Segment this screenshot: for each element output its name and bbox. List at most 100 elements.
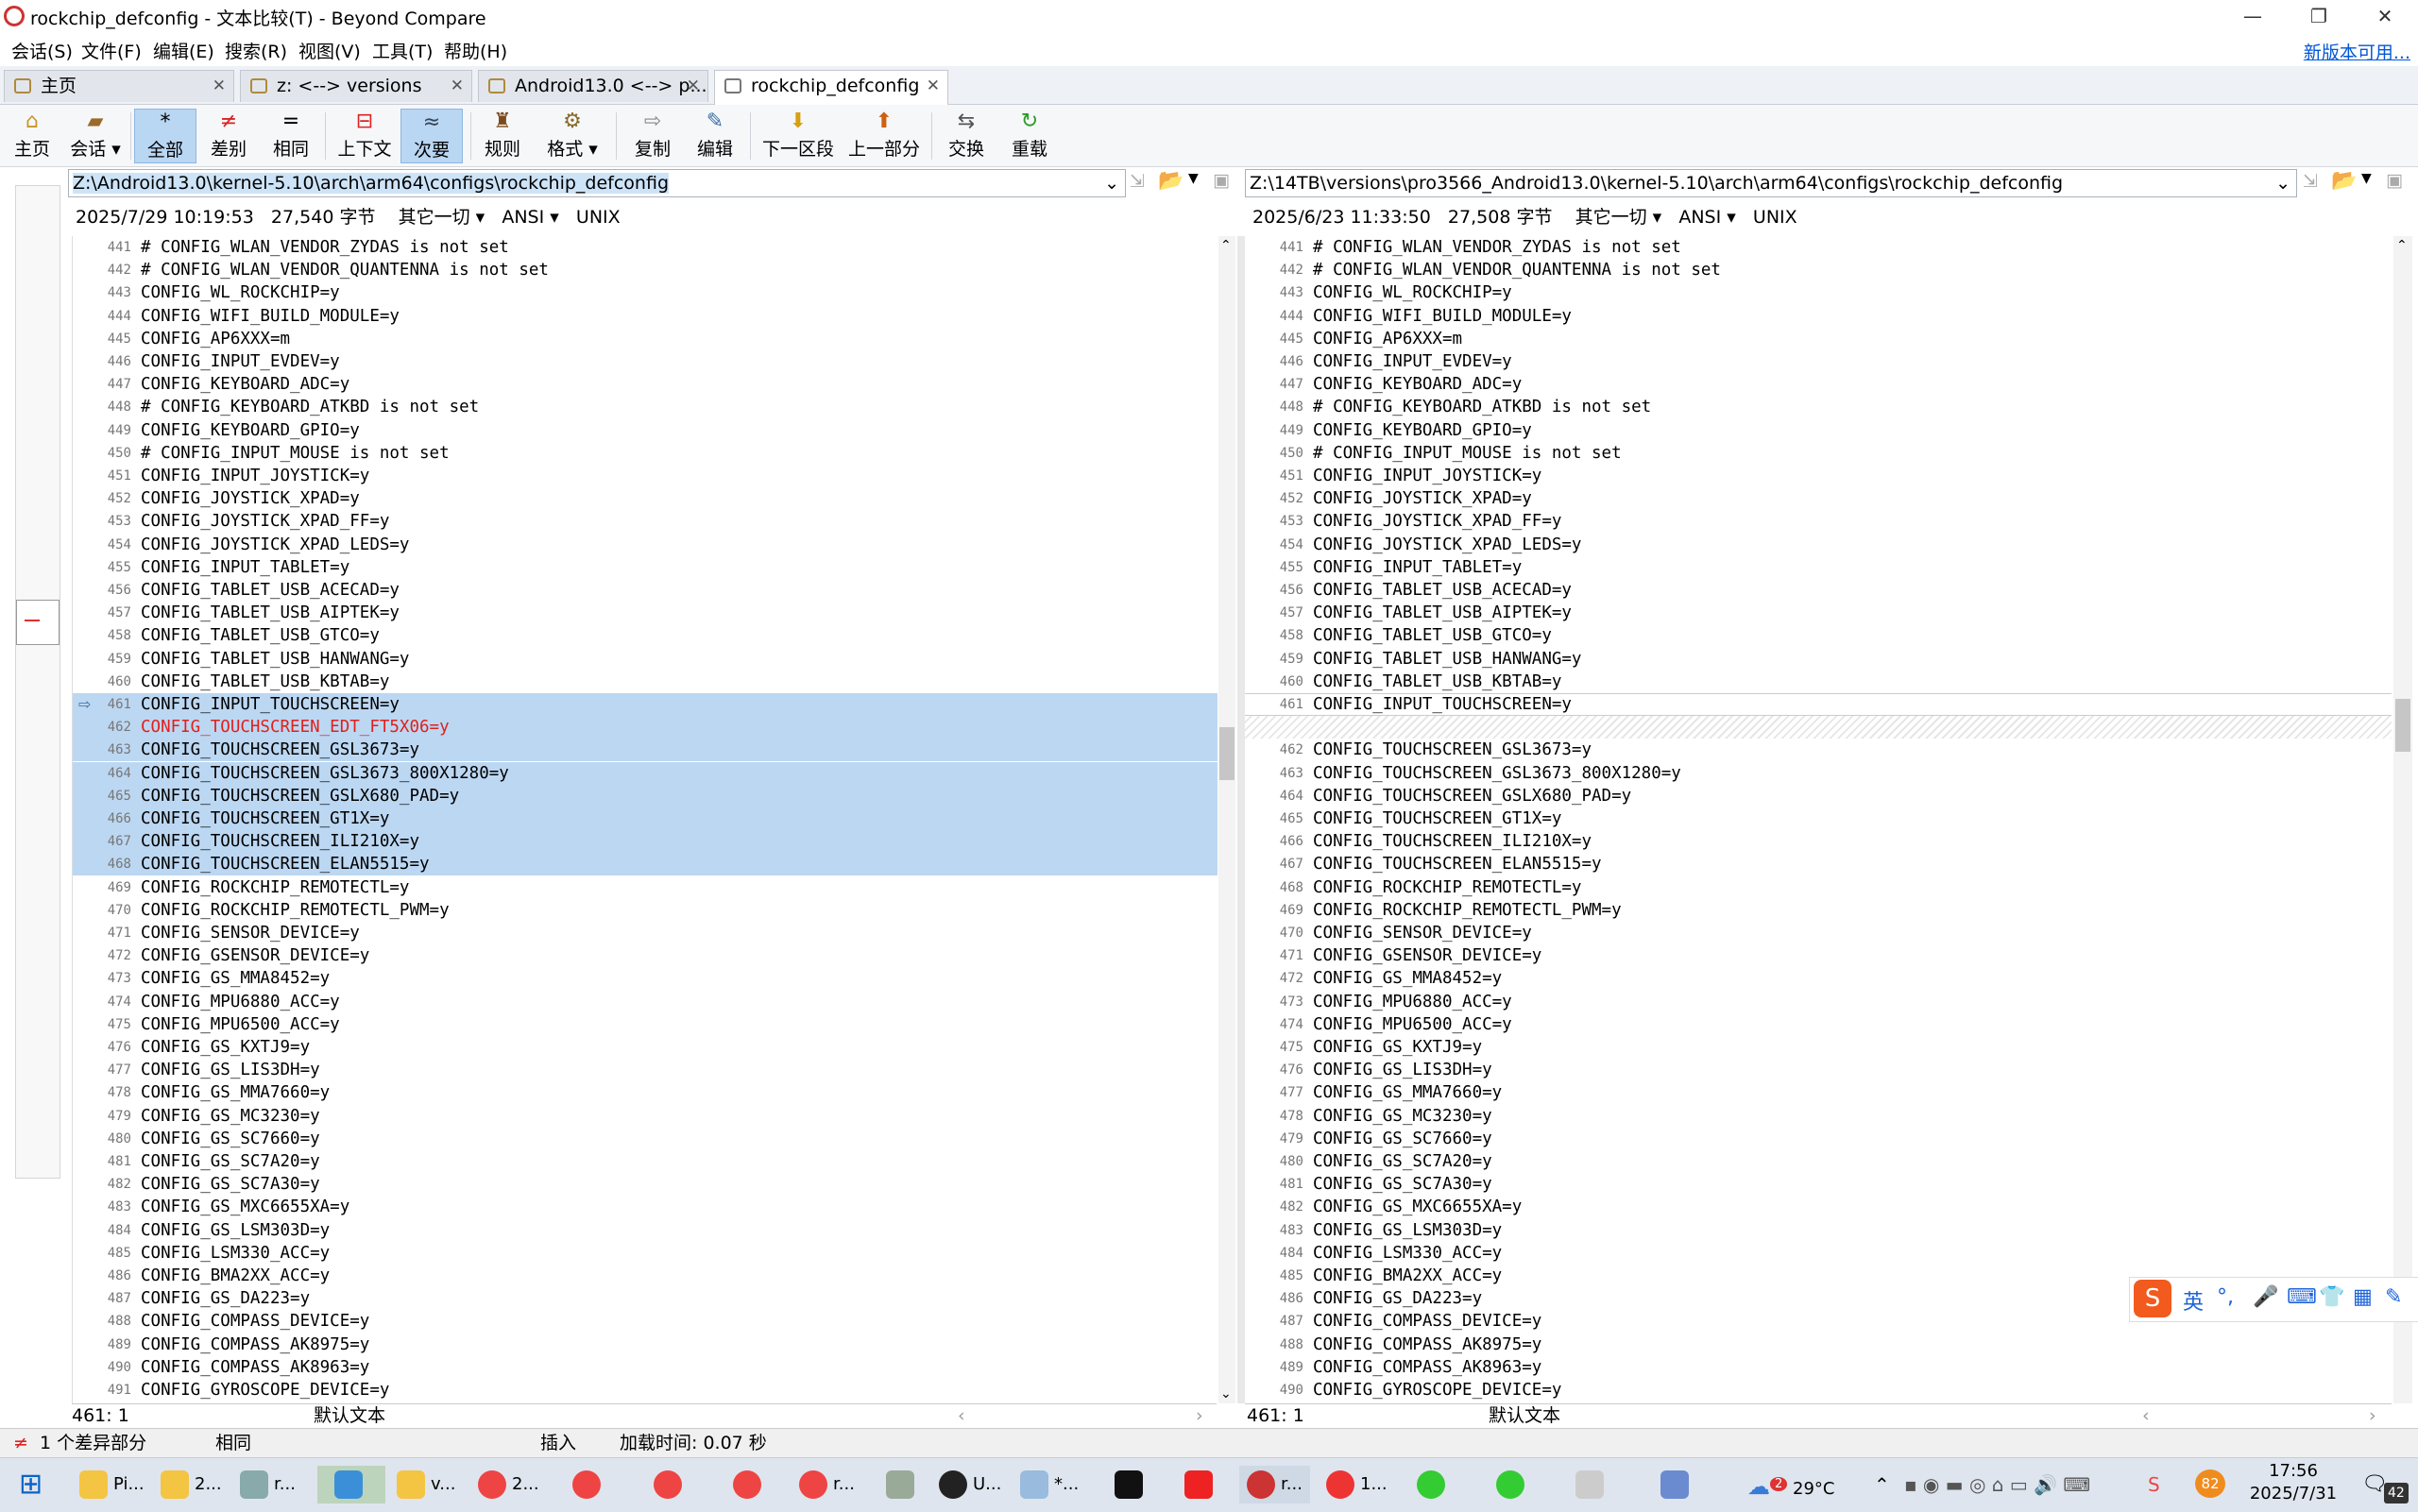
scroll-left-icon[interactable]: ‹ bbox=[958, 1404, 965, 1427]
text-line[interactable]: 483 CONFIG_GS_MXC6655XA=y bbox=[73, 1196, 1218, 1218]
menu-tools[interactable]: 工具(T) bbox=[372, 38, 433, 63]
taskbar-item[interactable] bbox=[733, 1466, 767, 1504]
minor-button[interactable]: ≈ 次要 bbox=[400, 109, 463, 163]
taskbar-item[interactable] bbox=[654, 1466, 688, 1504]
text-line[interactable] bbox=[1245, 716, 2392, 739]
tab-close-icon[interactable]: ✕ bbox=[213, 71, 226, 101]
text-line[interactable]: 469 CONFIG_ROCKCHIP_REMOTECTL=y bbox=[73, 876, 1218, 899]
microphone-icon[interactable]: 🎤 bbox=[2253, 1285, 2278, 1309]
text-line[interactable]: 479 CONFIG_GS_SC7660=y bbox=[1245, 1128, 2392, 1150]
scroll-right-icon[interactable]: › bbox=[1196, 1404, 1203, 1427]
text-line[interactable]: 463 CONFIG_TOUCHSCREEN_GSL3673_800X1280=y bbox=[1245, 762, 2392, 785]
text-line[interactable]: 464 CONFIG_TOUCHSCREEN_GSLX680_PAD=y bbox=[1245, 785, 2392, 807]
clock[interactable]: 17:56 2025/7/31 bbox=[2239, 1460, 2348, 1504]
text-line[interactable]: 477 CONFIG_GS_LIS3DH=y bbox=[73, 1059, 1218, 1081]
left-eol[interactable]: UNIX bbox=[576, 207, 621, 228]
text-line[interactable]: 475 CONFIG_MPU6500_ACC=y bbox=[73, 1013, 1218, 1036]
chevron-down-icon[interactable]: ▼ bbox=[2361, 171, 2372, 186]
menu-search[interactable]: 搜索(R) bbox=[225, 38, 287, 63]
text-line[interactable]: 443 CONFIG_WL_ROCKCHIP=y bbox=[73, 281, 1218, 304]
text-line[interactable]: 466 CONFIG_TOUCHSCREEN_ILI210X=y bbox=[1245, 830, 2392, 853]
new-version-link[interactable]: 新版本可用... bbox=[2304, 39, 2410, 64]
text-line[interactable]: 477 CONFIG_GS_MMA7660=y bbox=[1245, 1081, 2392, 1104]
text-line[interactable]: 476 CONFIG_GS_LIS3DH=y bbox=[1245, 1059, 2392, 1081]
text-line[interactable]: 472 CONFIG_GSENSOR_DEVICE=y bbox=[73, 944, 1218, 967]
tab-android13[interactable]: Android13.0 <--> p... ✕ bbox=[478, 70, 708, 102]
tab-close-icon[interactable]: ✕ bbox=[687, 71, 700, 101]
pane-splitter[interactable] bbox=[1237, 236, 1245, 1403]
tab-close-icon[interactable]: ✕ bbox=[927, 71, 940, 101]
text-line[interactable]: 452 CONFIG_JOYSTICK_XPAD=y bbox=[1245, 487, 2392, 510]
right-path-input[interactable]: Z:\14TB\versions\pro3566_Android13.0\ker… bbox=[1245, 169, 2297, 197]
taskbar-item[interactable] bbox=[1575, 1466, 1609, 1504]
text-line[interactable]: 474 CONFIG_MPU6500_ACC=y bbox=[1245, 1013, 2392, 1036]
text-line[interactable]: 476 CONFIG_GS_KXTJ9=y bbox=[73, 1036, 1218, 1059]
text-line[interactable]: 487 CONFIG_GS_DA223=y bbox=[73, 1287, 1218, 1310]
text-line[interactable]: 449 CONFIG_KEYBOARD_GPIO=y bbox=[1245, 419, 2392, 442]
save-icon[interactable]: ▣ bbox=[1213, 170, 1230, 191]
tools-icon[interactable]: ✎ bbox=[2385, 1285, 2402, 1309]
text-line[interactable]: 447 CONFIG_KEYBOARD_ADC=y bbox=[73, 373, 1218, 396]
text-line[interactable]: 474 CONFIG_MPU6880_ACC=y bbox=[73, 991, 1218, 1013]
show-same-button[interactable]: = 相同 bbox=[264, 109, 317, 163]
chevron-down-icon[interactable]: ▼ bbox=[1188, 171, 1199, 186]
text-line[interactable]: 468 CONFIG_ROCKCHIP_REMOTECTL=y bbox=[1245, 876, 2392, 899]
ime-language[interactable]: 英 bbox=[2183, 1285, 2204, 1316]
text-line[interactable]: 455 CONFIG_INPUT_TABLET=y bbox=[73, 556, 1218, 579]
tab-close-icon[interactable]: ✕ bbox=[451, 71, 464, 101]
text-line[interactable]: 483 CONFIG_GS_LSM303D=y bbox=[1245, 1219, 2392, 1242]
text-line[interactable]: 454 CONFIG_JOYSTICK_XPAD_LEDS=y bbox=[73, 534, 1218, 556]
text-line[interactable]: 448 # CONFIG_KEYBOARD_ATKBD is not set bbox=[73, 396, 1218, 418]
text-line[interactable]: 451 CONFIG_INPUT_JOYSTICK=y bbox=[1245, 465, 2392, 487]
keyboard-icon[interactable]: ⌨ bbox=[2287, 1285, 2317, 1309]
text-line[interactable]: 450 # CONFIG_INPUT_MOUSE is not set bbox=[73, 442, 1218, 465]
swap-path-icon[interactable]: ⇲ bbox=[1130, 171, 1145, 192]
scroll-left-icon[interactable]: ‹ bbox=[2142, 1404, 2150, 1427]
menu-session[interactable]: 会话(S) bbox=[11, 38, 73, 63]
text-line[interactable]: 446 CONFIG_INPUT_EVDEV=y bbox=[73, 350, 1218, 373]
taskbar-item[interactable]: Pi... bbox=[79, 1466, 145, 1504]
text-line[interactable]: 467 CONFIG_TOUCHSCREEN_ILI210X=y bbox=[73, 830, 1218, 854]
chevron-down-icon[interactable]: ⌄ bbox=[2275, 170, 2290, 196]
weather-widget[interactable]: ☁ 2 29°C bbox=[1747, 1466, 1835, 1504]
taskbar-item[interactable] bbox=[1496, 1466, 1530, 1504]
chevron-down-icon[interactable]: ⌄ bbox=[1104, 170, 1119, 196]
text-line[interactable]: 488 CONFIG_COMPASS_DEVICE=y bbox=[73, 1310, 1218, 1333]
text-line[interactable]: 452 CONFIG_JOYSTICK_XPAD=y bbox=[73, 487, 1218, 510]
prev-section-button[interactable]: ⬆ 上一部分 bbox=[846, 109, 922, 163]
text-line[interactable]: 448 # CONFIG_KEYBOARD_ATKBD is not set bbox=[1245, 396, 2392, 418]
text-line[interactable]: 468 CONFIG_TOUCHSCREEN_ELAN5515=y bbox=[73, 853, 1218, 876]
text-line[interactable]: 480 CONFIG_GS_SC7660=y bbox=[73, 1128, 1218, 1150]
text-line[interactable]: 489 CONFIG_COMPASS_AK8975=y bbox=[73, 1334, 1218, 1356]
text-line[interactable]: 444 CONFIG_WIFI_BUILD_MODULE=y bbox=[1245, 305, 2392, 328]
taskbar-item[interactable]: U... bbox=[939, 1466, 1001, 1504]
text-line[interactable]: 490 CONFIG_GYROSCOPE_DEVICE=y bbox=[1245, 1379, 2392, 1402]
tab-home[interactable]: 主页 ✕ bbox=[4, 70, 234, 102]
tab-versions[interactable]: z: <--> versions ✕ bbox=[240, 70, 472, 102]
swap-button[interactable]: ⇆ 交换 bbox=[943, 109, 990, 163]
text-line[interactable]: 446 CONFIG_INPUT_EVDEV=y bbox=[1245, 350, 2392, 373]
text-line[interactable]: 482 CONFIG_GS_SC7A30=y bbox=[73, 1173, 1218, 1196]
text-line[interactable]: 460 CONFIG_TABLET_USB_KBTAB=y bbox=[1245, 671, 2392, 693]
taskbar-item[interactable]: 1... bbox=[1326, 1466, 1388, 1504]
text-line[interactable]: 463 CONFIG_TOUCHSCREEN_GSL3673=y bbox=[73, 739, 1218, 762]
taskbar-item[interactable] bbox=[1184, 1466, 1218, 1504]
text-line[interactable]: 445 CONFIG_AP6XXX=m bbox=[1245, 328, 2392, 350]
text-line[interactable]: 456 CONFIG_TABLET_USB_ACECAD=y bbox=[73, 579, 1218, 602]
taskbar-item[interactable]: *... bbox=[1020, 1466, 1079, 1504]
text-line[interactable]: 450 # CONFIG_INPUT_MOUSE is not set bbox=[1245, 442, 2392, 465]
scroll-down-icon[interactable]: ⌄ bbox=[1220, 1386, 1232, 1402]
text-line[interactable]: 482 CONFIG_GS_MXC6655XA=y bbox=[1245, 1196, 2392, 1218]
tray-badge[interactable]: 82 bbox=[2195, 1470, 2225, 1498]
overview-thumbnail[interactable] bbox=[15, 185, 60, 1179]
text-line[interactable]: 457 CONFIG_TABLET_USB_AIPTEK=y bbox=[1245, 602, 2392, 624]
taskbar-item[interactable]: r... bbox=[799, 1466, 855, 1504]
text-line[interactable]: 441 # CONFIG_WLAN_VENDOR_ZYDAS is not set bbox=[1245, 236, 2392, 259]
right-eol[interactable]: UNIX bbox=[1753, 207, 1797, 228]
close-button[interactable]: ✕ bbox=[2352, 0, 2418, 33]
text-line[interactable]: 475 CONFIG_GS_KXTJ9=y bbox=[1245, 1036, 2392, 1059]
open-folder-icon[interactable]: 📂 bbox=[2331, 169, 2357, 193]
menu-view[interactable]: 视图(V) bbox=[298, 38, 361, 63]
edit-button[interactable]: ✎ 编辑 bbox=[690, 109, 741, 163]
text-line[interactable]: 490 CONFIG_COMPASS_AK8963=y bbox=[73, 1356, 1218, 1379]
